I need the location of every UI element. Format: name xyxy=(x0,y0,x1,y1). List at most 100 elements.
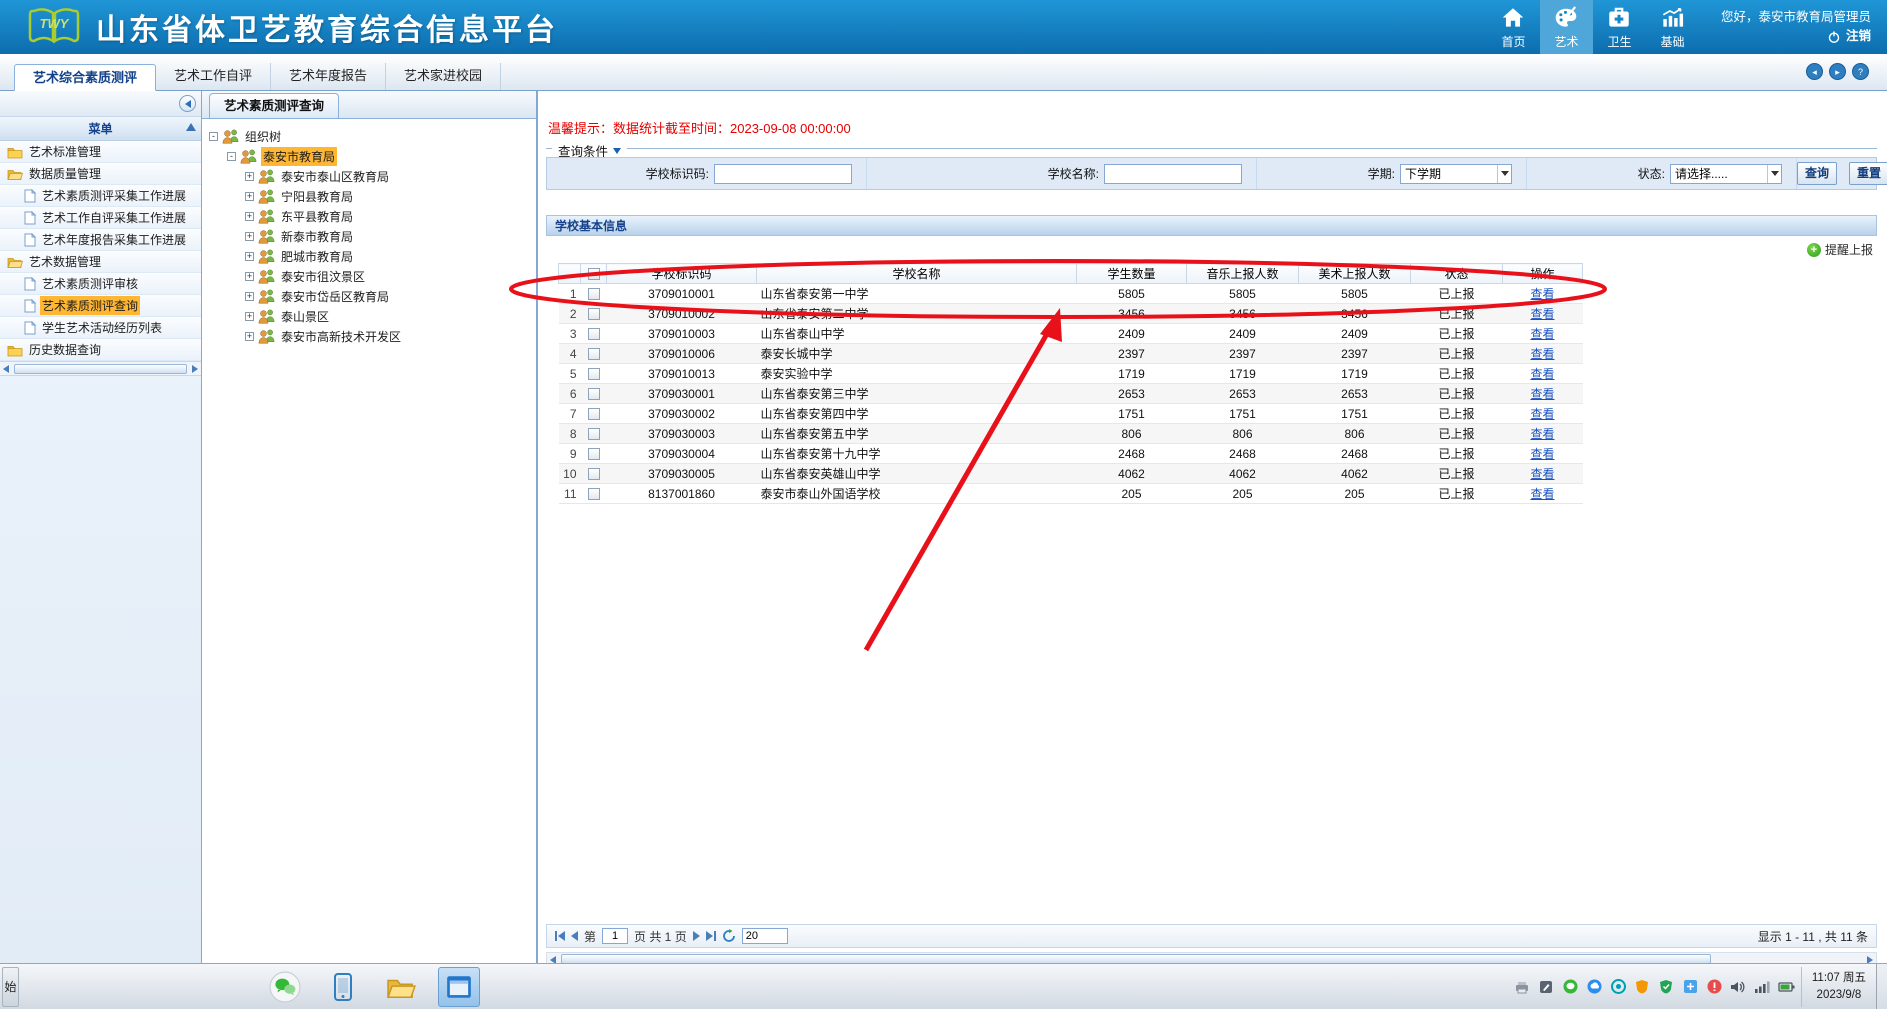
sidebar-item-history-query[interactable]: 历史数据查询 xyxy=(0,339,201,361)
expand-node-icon[interactable]: + xyxy=(245,192,254,201)
select-all-checkbox[interactable] xyxy=(588,268,600,280)
view-link[interactable]: 查看 xyxy=(1530,387,1554,401)
nav-item-home[interactable]: 首页 xyxy=(1487,0,1540,54)
menu-horizontal-scrollbar[interactable] xyxy=(0,361,201,376)
main-horizontal-scrollbar[interactable] xyxy=(546,952,1877,963)
nav-item-health[interactable]: 卫生 xyxy=(1593,0,1646,54)
tree-node-root[interactable]: - 组织树 xyxy=(204,126,534,146)
sidebar-item-eval-query[interactable]: 艺术素质测评查询 xyxy=(0,295,201,317)
sidebar-item-student-activity-list[interactable]: 学生艺术活动经历列表 xyxy=(0,317,201,339)
prev-page-icon[interactable] xyxy=(571,931,578,941)
tree-node-xintai[interactable]: + 新泰市教育局 xyxy=(204,226,534,246)
school-name-input[interactable] xyxy=(1104,164,1242,184)
window-help-icon[interactable]: ? xyxy=(1852,63,1869,80)
browser-taskbar-button[interactable] xyxy=(438,967,480,1007)
antivirus-shield-icon[interactable] xyxy=(1658,978,1675,995)
sidebar-item-eval-collect-progress[interactable]: 艺术素质测评采集工作进展 xyxy=(0,185,201,207)
tab-art-self-eval[interactable]: 艺术工作自评 xyxy=(156,63,271,90)
expand-node-icon[interactable]: + xyxy=(245,272,254,281)
view-link[interactable]: 查看 xyxy=(1530,467,1554,481)
view-link[interactable]: 查看 xyxy=(1530,427,1554,441)
battery-icon[interactable] xyxy=(1778,978,1795,995)
tree-node-taishan-district[interactable]: + 泰安市泰山区教育局 xyxy=(204,166,534,186)
update-icon[interactable] xyxy=(1706,978,1723,995)
scroll-left-icon[interactable] xyxy=(550,956,556,963)
view-link[interactable]: 查看 xyxy=(1530,487,1554,501)
pen-input-icon[interactable] xyxy=(1538,978,1555,995)
view-link[interactable]: 查看 xyxy=(1530,407,1554,421)
view-link[interactable]: 查看 xyxy=(1530,447,1554,461)
row-checkbox[interactable] xyxy=(588,468,600,480)
row-checkbox[interactable] xyxy=(588,428,600,440)
expand-node-icon[interactable]: + xyxy=(245,212,254,221)
row-checkbox[interactable] xyxy=(588,288,600,300)
row-checkbox[interactable] xyxy=(588,348,600,360)
file-explorer-taskbar-button[interactable] xyxy=(380,967,422,1007)
sidebar-item-eval-audit[interactable]: 艺术素质测评审核 xyxy=(0,273,201,295)
scroll-right-icon[interactable] xyxy=(192,365,198,373)
scrollbar-thumb[interactable] xyxy=(14,364,187,374)
expand-node-icon[interactable]: + xyxy=(245,332,254,341)
refresh-icon[interactable] xyxy=(722,929,736,943)
view-link[interactable]: 查看 xyxy=(1530,347,1554,361)
scroll-left-icon[interactable] xyxy=(3,365,9,373)
sidebar-item-annual-collect-progress[interactable]: 艺术年度报告采集工作进展 xyxy=(0,229,201,251)
tree-node-hightech-zone[interactable]: + 泰安市高新技术开发区 xyxy=(204,326,534,346)
printer-icon[interactable] xyxy=(1514,978,1531,995)
collapse-node-icon[interactable]: - xyxy=(227,152,236,161)
expand-node-icon[interactable]: + xyxy=(245,172,254,181)
sidebar-item-data-quality[interactable]: 数据质量管理 xyxy=(0,163,201,185)
nav-item-art[interactable]: 艺术 xyxy=(1540,0,1593,54)
tab-artist-campus[interactable]: 艺术家进校园 xyxy=(386,63,501,90)
tree-node-dongping[interactable]: + 东平县教育局 xyxy=(204,206,534,226)
last-page-icon[interactable] xyxy=(706,931,716,941)
tab-eval-query[interactable]: 艺术素质测评查询 xyxy=(209,93,339,118)
network-icon[interactable] xyxy=(1754,978,1771,995)
expand-node-icon[interactable]: + xyxy=(245,292,254,301)
row-checkbox[interactable] xyxy=(588,328,600,340)
school-code-input[interactable] xyxy=(714,164,852,184)
status-select[interactable]: 请选择..... xyxy=(1670,164,1782,184)
tree-node-cuwen[interactable]: + 泰安市徂汶景区 xyxy=(204,266,534,286)
tab-art-quality-eval[interactable]: 艺术综合素质测评 xyxy=(14,64,156,91)
row-checkbox[interactable] xyxy=(588,408,600,420)
row-checkbox[interactable] xyxy=(588,368,600,380)
row-checkbox[interactable] xyxy=(588,308,600,320)
view-link[interactable]: 查看 xyxy=(1530,367,1554,381)
expand-node-icon[interactable]: + xyxy=(245,232,254,241)
reset-button[interactable]: 重置 xyxy=(1849,162,1887,185)
window-forward-icon[interactable]: ▸ xyxy=(1829,63,1846,80)
page-number-input[interactable] xyxy=(602,928,628,944)
expand-node-icon[interactable]: + xyxy=(245,252,254,261)
sidebar-item-art-standard[interactable]: 艺术标准管理 xyxy=(0,141,201,163)
scrollbar-thumb[interactable] xyxy=(561,954,1711,963)
tab-art-annual-report[interactable]: 艺术年度报告 xyxy=(271,63,386,90)
tree-node-taishan-scenic[interactable]: + 泰山景区 xyxy=(204,306,534,326)
remind-report-link[interactable]: + 提醒上报 xyxy=(1807,241,1873,258)
next-page-icon[interactable] xyxy=(693,931,700,941)
input-method-icon[interactable] xyxy=(1682,978,1699,995)
collapse-sidebar-icon[interactable] xyxy=(179,95,196,112)
wechat-taskbar-button[interactable] xyxy=(264,967,306,1007)
show-desktop-button[interactable] xyxy=(1876,964,1887,1009)
start-button[interactable]: 始 xyxy=(2,967,19,1007)
tree-node-feicheng[interactable]: + 肥城市教育局 xyxy=(204,246,534,266)
first-page-icon[interactable] xyxy=(555,931,565,941)
page-size-input[interactable] xyxy=(742,928,788,944)
nav-item-basic[interactable]: 基础 xyxy=(1646,0,1699,54)
sidebar-item-selfeval-collect-progress[interactable]: 艺术工作自评采集工作进展 xyxy=(0,207,201,229)
messenger-icon[interactable] xyxy=(1562,978,1579,995)
semester-select[interactable]: 下学期 xyxy=(1400,164,1512,184)
row-checkbox[interactable] xyxy=(588,488,600,500)
scroll-right-icon[interactable] xyxy=(1867,956,1873,963)
menu-scroll-up-icon[interactable] xyxy=(186,123,196,131)
search-button[interactable]: 查询 xyxy=(1797,162,1837,185)
tree-node-daiyue[interactable]: + 泰安市岱岳区教育局 xyxy=(204,286,534,306)
expand-node-icon[interactable]: + xyxy=(245,312,254,321)
view-link[interactable]: 查看 xyxy=(1530,327,1554,341)
sidebar-item-art-data-mgmt[interactable]: 艺术数据管理 xyxy=(0,251,201,273)
tree-node-taian-bureau[interactable]: - 泰安市教育局 xyxy=(204,146,534,166)
tree-node-ningyang[interactable]: + 宁阳县教育局 xyxy=(204,186,534,206)
window-back-icon[interactable]: ◂ xyxy=(1806,63,1823,80)
collapse-node-icon[interactable]: - xyxy=(209,132,218,141)
